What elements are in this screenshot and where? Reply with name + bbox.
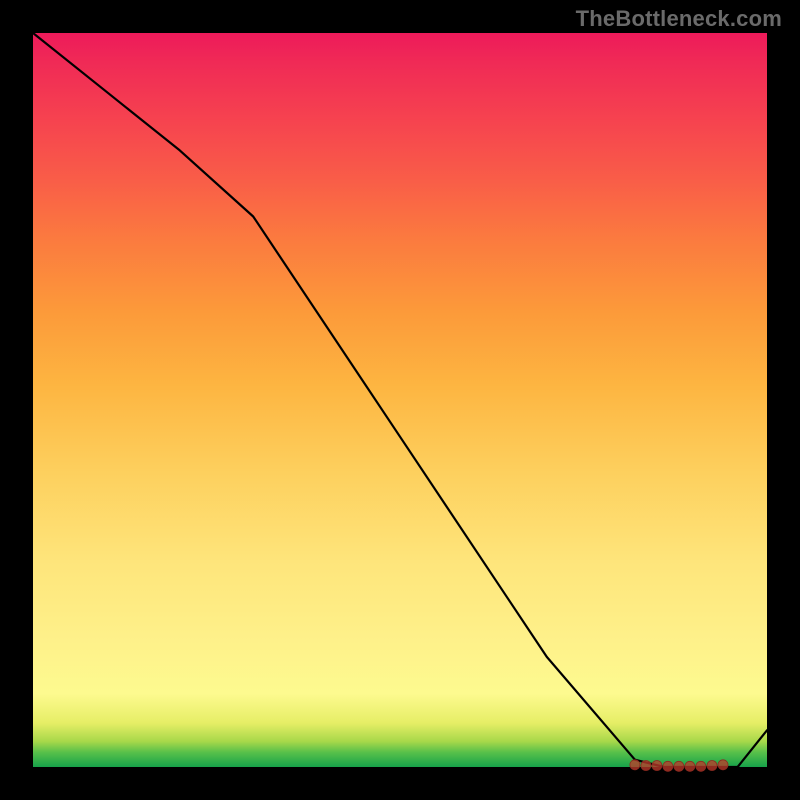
plot-area	[33, 33, 767, 767]
line-series	[33, 33, 767, 767]
optimum-marker	[630, 760, 640, 770]
optimum-marker	[685, 761, 695, 771]
optimum-marker	[707, 761, 717, 771]
optimum-marker	[663, 761, 673, 771]
chart-svg	[33, 33, 767, 767]
optimum-marker	[696, 761, 706, 771]
watermark-text: TheBottleneck.com	[576, 6, 782, 32]
optimum-marker	[652, 761, 662, 771]
chart-frame: TheBottleneck.com	[0, 0, 800, 800]
optimum-marker	[718, 760, 728, 770]
optimum-marker	[674, 761, 684, 771]
marker-group	[630, 760, 728, 772]
optimum-marker	[641, 761, 651, 771]
